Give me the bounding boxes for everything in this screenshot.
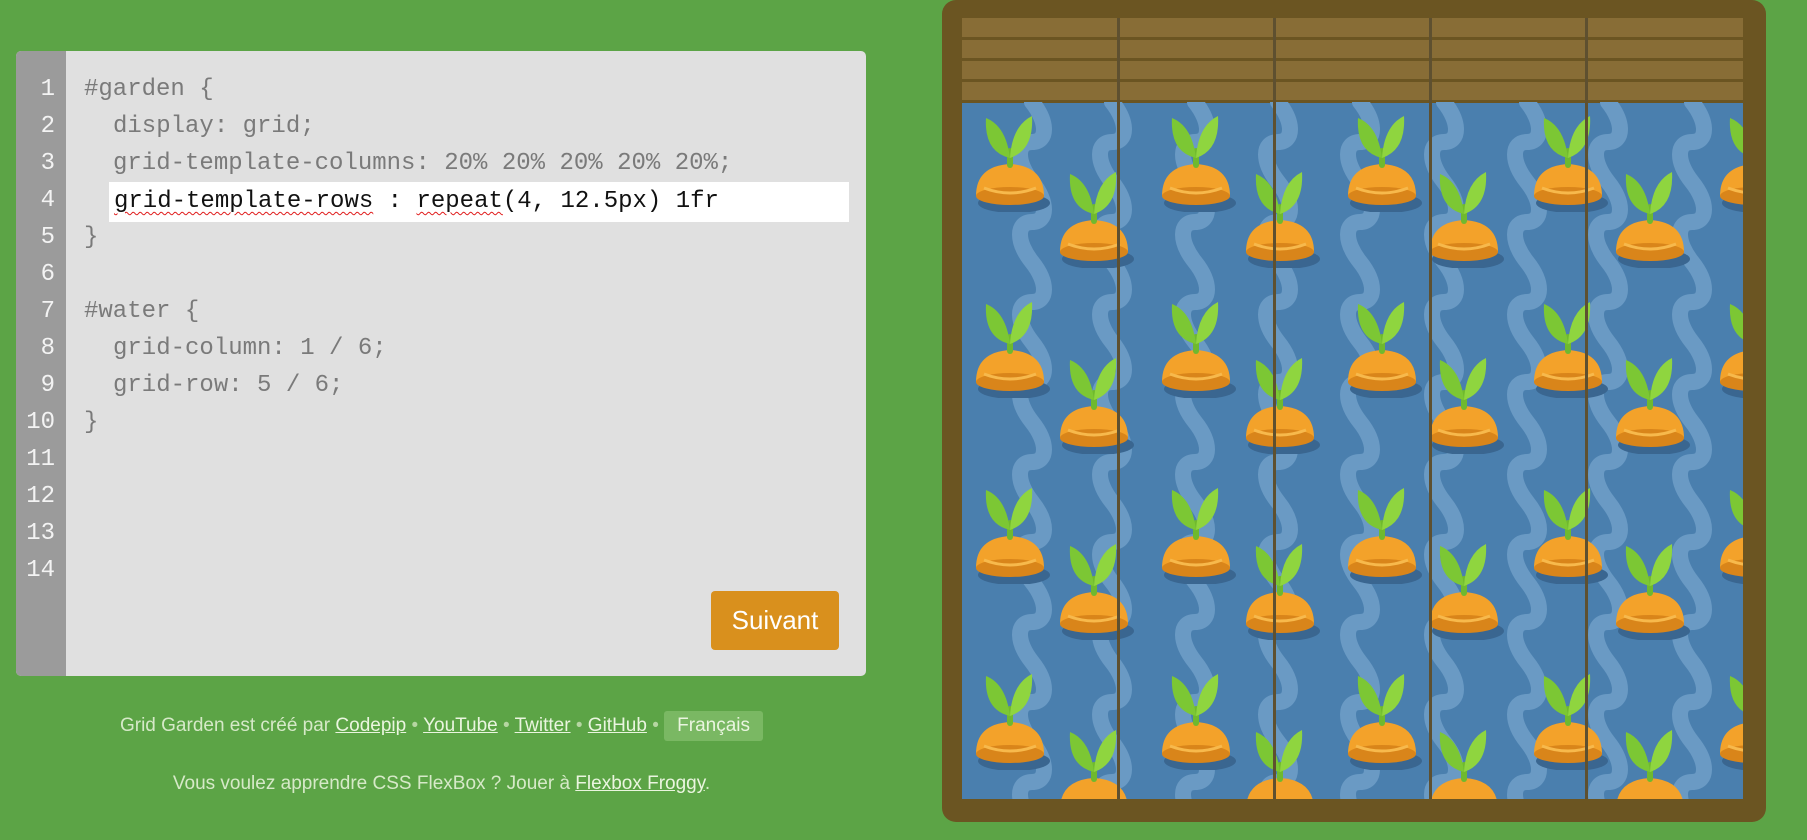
carrot-icon: [1240, 350, 1320, 455]
line-number: 6: [40, 261, 55, 288]
carrot-icon: [1610, 164, 1690, 269]
line-number: 3: [40, 150, 55, 177]
credits-line: Grid Garden est créé par Codepip • YouTu…: [0, 711, 883, 741]
carrot-icon: [1528, 294, 1608, 399]
line-number: 11: [26, 446, 55, 473]
carrot-icon: [1240, 164, 1320, 269]
input-colon: :: [373, 188, 417, 215]
css-answer-text[interactable]: grid-template-rows : repeat(4, 12.5px) 1…: [114, 182, 719, 222]
carrot-icon: [1610, 722, 1690, 799]
carrot-icon: [1054, 350, 1134, 455]
line-number-gutter: 1 2 3 4 5 6 7 8 9 10 11 12 13 14: [16, 51, 66, 676]
input-arguments: (4, 12.5px) 1fr: [502, 188, 719, 215]
carrot-icon: [1424, 722, 1504, 799]
line-number: 12: [26, 483, 55, 510]
promo-line: Vous voulez apprendre CSS FlexBox ? Joue…: [0, 773, 883, 795]
separator: •: [406, 715, 424, 737]
soil-row-divider: [962, 79, 1743, 82]
next-button[interactable]: Suivant: [711, 591, 839, 650]
carrot-icon: [1156, 108, 1236, 213]
carrot-icon: [1424, 536, 1504, 641]
grid-column-divider: [1273, 18, 1276, 799]
code-line-grid-column: grid-column: 1 / 6;: [113, 335, 387, 362]
line-number: 2: [40, 113, 55, 140]
grid-column-divider: [1429, 18, 1432, 799]
carrot-icon: [970, 108, 1050, 213]
carrot-icon: [1342, 480, 1422, 585]
line-number: 1: [40, 76, 55, 103]
carrot-icon: [1240, 536, 1320, 641]
flexbox-froggy-link[interactable]: Flexbox Froggy: [575, 773, 705, 794]
carrot-icon: [970, 666, 1050, 771]
carrot-icon: [970, 294, 1050, 399]
input-function: repeat: [416, 188, 503, 215]
line-number: 5: [40, 224, 55, 251]
code-line-water-close: }: [84, 409, 99, 436]
grid-column-divider: [1585, 18, 1588, 799]
line-number: 8: [40, 335, 55, 362]
soil-row-divider: [962, 37, 1743, 40]
twitter-link[interactable]: Twitter: [515, 715, 571, 736]
language-button[interactable]: Français: [664, 711, 764, 741]
code-editor: 1 2 3 4 5 6 7 8 9 10 11 12 13 14 #garden…: [16, 51, 866, 676]
carrot-icon: [1054, 164, 1134, 269]
carrot-icon: [1054, 536, 1134, 641]
promo-prefix: Vous voulez apprendre CSS FlexBox ? Joue…: [172, 773, 576, 794]
line-number: 7: [40, 298, 55, 325]
grid-column-divider: [1117, 18, 1120, 799]
carrot-icon: [1424, 164, 1504, 269]
code-line-water-open: #water {: [84, 298, 200, 325]
carrot-icon: [1714, 294, 1743, 399]
carrot-icon: [1240, 722, 1320, 799]
carrot-icon: [1714, 480, 1743, 585]
soil-row-divider: [962, 58, 1743, 61]
carrot-icon: [1714, 108, 1743, 213]
code-line-garden-close: }: [84, 224, 99, 251]
carrot-icon: [1714, 666, 1743, 771]
carrot-icon: [1156, 480, 1236, 585]
carrot-icon: [1610, 350, 1690, 455]
carrot-icon: [1528, 480, 1608, 585]
garden-frame: [942, 0, 1766, 822]
codepip-link[interactable]: Codepip: [335, 715, 406, 736]
garden-grid: [962, 18, 1743, 799]
carrot-icon: [1054, 722, 1134, 799]
carrot-icon: [1528, 108, 1608, 213]
code-line-display: display: grid;: [113, 113, 315, 140]
carrot-icon: [1342, 666, 1422, 771]
carrot-icon: [1156, 294, 1236, 399]
promo-suffix: .: [704, 773, 711, 794]
youtube-link[interactable]: YouTube: [423, 715, 498, 736]
code-line-garden-open: #garden {: [84, 76, 214, 103]
carrot-icon: [1342, 294, 1422, 399]
line-number: 9: [40, 372, 55, 399]
line-number: 14: [26, 557, 55, 584]
line-number: 13: [26, 520, 55, 547]
carrot-icon: [1424, 350, 1504, 455]
separator: •: [570, 715, 588, 737]
carrot-icon: [1528, 666, 1608, 771]
github-link[interactable]: GitHub: [588, 715, 647, 736]
code-line-columns: grid-template-columns: 20% 20% 20% 20% 2…: [113, 150, 733, 177]
carrot-icon: [1156, 666, 1236, 771]
separator: •: [646, 715, 665, 737]
credits-prefix: Grid Garden est créé par: [119, 715, 336, 737]
line-number: 10: [26, 409, 55, 436]
code-line-grid-row: grid-row: 5 / 6;: [113, 372, 344, 399]
input-property: grid-template-rows: [114, 188, 374, 215]
separator: •: [497, 715, 515, 737]
carrot-icon: [1342, 108, 1422, 213]
line-number: 4: [40, 187, 55, 214]
carrot-icon: [970, 480, 1050, 585]
css-answer-input[interactable]: grid-template-rows : repeat(4, 12.5px) 1…: [109, 182, 849, 222]
carrot-icon: [1610, 536, 1690, 641]
